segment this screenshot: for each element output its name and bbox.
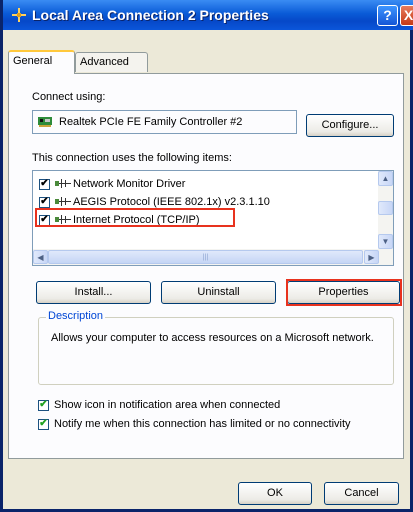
description-group [38,317,394,385]
uninstall-button[interactable]: Uninstall [161,281,276,304]
notify-label: Notify me when this connection has limit… [54,418,351,430]
item-label: AEGIS Protocol (IEEE 802.1x) v2.3.1.10 [73,196,270,208]
vertical-scrollbar[interactable]: ▲ ▼ [378,171,393,249]
notify-option[interactable]: ✔ Notify me when this connection has lim… [38,416,351,432]
scroll-left-button[interactable]: ◀ [33,250,48,264]
network-component-icon [55,197,71,206]
adapter-name: Realtek PCIe FE Family Controller #2 [59,116,243,128]
component-list[interactable]: ✔ Network Monitor Driver ✔ AEGIS Protoco… [32,170,394,266]
properties-button[interactable]: Properties [287,281,400,304]
scroll-right-button[interactable]: ▶ [364,250,379,264]
horizontal-scroll-thumb[interactable]: ||| [48,250,363,264]
notify-checkbox[interactable]: ✔ [38,418,49,430]
cancel-button[interactable]: Cancel [324,482,399,505]
tab-advanced[interactable]: Advanced [75,52,148,72]
window-title: Local Area Connection 2 Properties [32,7,269,23]
tab-general[interactable]: General [8,50,75,74]
network-connection-icon [12,8,26,22]
description-title: Description [46,310,106,322]
list-item[interactable]: ✔ AEGIS Protocol (IEEE 802.1x) v2.3.1.10 [39,193,270,211]
item-checkbox[interactable]: ✔ [39,196,50,208]
scroll-up-button[interactable]: ▲ [378,171,393,186]
items-label: This connection uses the following items… [32,152,232,164]
scroll-thumb[interactable] [378,201,393,215]
install-button[interactable]: Install... [36,281,151,304]
network-component-icon [55,179,71,188]
show-icon-option[interactable]: ✔ Show icon in notification area when co… [38,397,280,413]
show-icon-checkbox[interactable]: ✔ [38,399,49,411]
title-bar[interactable]: Local Area Connection 2 Properties ? X [3,0,413,30]
horizontal-scrollbar[interactable]: ◀ ||| ▶ [33,249,393,265]
help-button[interactable]: ? [377,5,398,26]
list-item-selected[interactable]: ✔ Internet Protocol (TCP/IP) [39,211,200,229]
item-checkbox[interactable]: ✔ [39,178,50,190]
ok-button[interactable]: OK [238,482,312,505]
item-label: Internet Protocol (TCP/IP) [73,214,200,226]
item-checkbox[interactable]: ✔ [39,214,50,226]
configure-button[interactable]: Configure... [306,114,394,137]
list-item[interactable]: ✔ Network Monitor Driver [39,175,185,193]
close-button[interactable]: X [400,5,413,26]
network-card-icon [38,117,52,127]
description-text: Allows your computer to access resources… [51,332,374,344]
scroll-down-button[interactable]: ▼ [378,234,393,249]
connect-using-label: Connect using: [32,91,106,103]
item-label: Network Monitor Driver [73,178,186,190]
show-icon-label: Show icon in notification area when conn… [54,399,281,411]
network-component-icon [55,215,71,224]
adapter-field: Realtek PCIe FE Family Controller #2 [32,110,297,134]
